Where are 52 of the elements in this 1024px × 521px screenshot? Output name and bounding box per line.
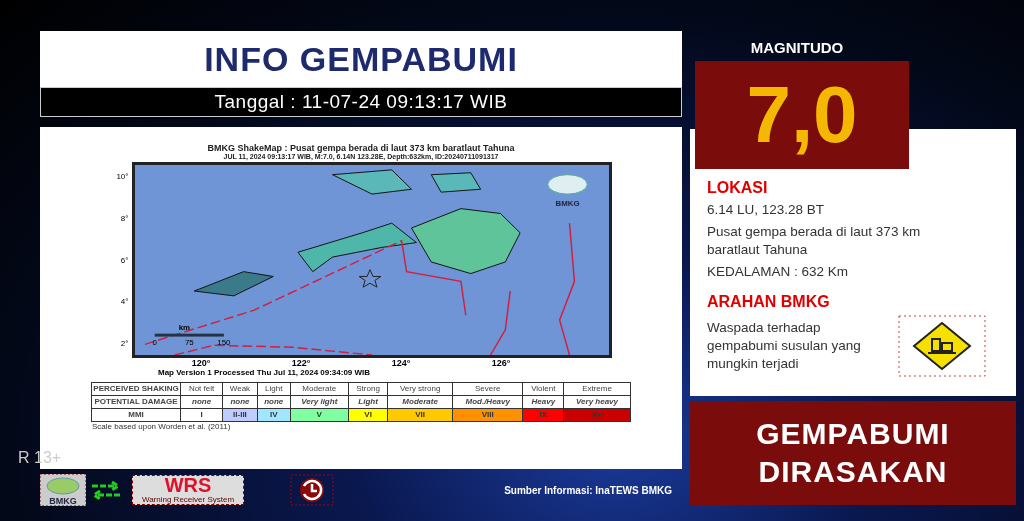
axis-label: 6°	[119, 255, 129, 265]
axis-label: 124°	[391, 358, 411, 368]
logo-text: BMKG	[49, 496, 77, 506]
magnitude-value: 7,0	[695, 61, 909, 169]
fault-line	[489, 290, 511, 356]
legend-cell: Not felt	[180, 382, 223, 396]
axis-label: 122°	[291, 358, 311, 368]
exchange-arrows-icon	[90, 479, 122, 501]
legend-cell: Severe	[452, 382, 523, 396]
legend-cell: Moderate	[290, 382, 349, 396]
magnitude-label: MAGNITUDO	[749, 39, 845, 57]
map-version: Map Version 1 Processed Thu Jul 11, 2024 09:34:09 WIB	[158, 368, 371, 377]
warning-sign-icon	[898, 315, 986, 377]
coordinates: 6.14 LU, 123.28 BT	[707, 201, 826, 219]
legend-cell: Weak	[222, 382, 258, 396]
row-label: PERCEIVED SHAKING	[91, 382, 181, 396]
row-label: MMI	[91, 408, 181, 422]
advice-heading: ARAHAN BMKG	[707, 293, 831, 311]
legend-cell: Light	[257, 382, 291, 396]
row-label: POTENTIAL DAMAGE	[91, 395, 181, 409]
legend-cell: Very heavy	[563, 395, 631, 409]
axis-label: 120°	[191, 358, 211, 368]
axis-label: 126°	[491, 358, 511, 368]
legend-cell: Very strong	[387, 382, 453, 396]
axis-label: 4°	[119, 297, 129, 307]
wrs-title: WRS	[164, 476, 212, 495]
legend-cell: none	[222, 395, 258, 409]
depth: KEDALAMAN : 632 Km	[707, 263, 850, 281]
legend-cell: Mod./Heavy	[452, 395, 523, 409]
history-icon[interactable]	[290, 474, 334, 506]
legend-cell: Violent	[523, 382, 564, 396]
legend-cell: none	[257, 395, 291, 409]
axis-label: 8°	[119, 213, 129, 223]
advice-text: Waspada terhadap gempabumi susulan yang mungkin terjadi	[707, 319, 862, 373]
legend-cell: Strong	[348, 382, 388, 396]
legend-cell: Moderate	[387, 395, 453, 409]
axis-label: 10°	[115, 172, 129, 181]
legend-cell: Extreme	[563, 382, 631, 396]
axis-label: 2°	[119, 339, 129, 348]
legend-note: Scale based upon Worden et al. (2011)	[92, 422, 231, 431]
legend-cell: Light	[348, 395, 388, 409]
location-description: Pusat gempa berada di laut 373 km baratlaut Tahuna	[707, 223, 922, 259]
legend-cell: Very light	[290, 395, 349, 409]
map-title: BMKG ShakeMap : Pusat gempa berada di laut 373 km baratlaut Tahuna	[207, 143, 515, 153]
source-text: Sumber Informasi: InaTEWS BMKG	[504, 484, 672, 496]
panel-title: INFO GEMPABUMI	[40, 31, 682, 87]
date-bar: Tanggal : 11-07-24 09:13:17 WIB	[40, 87, 682, 117]
legend-cell: Heavy	[523, 395, 564, 409]
wrs-subtitle: Warning Receiver System	[141, 495, 235, 504]
felt-banner: GEMPABUMI DIRASAKAN	[690, 401, 1016, 505]
legend-cell: none	[180, 395, 223, 409]
location-heading: LOKASI	[707, 179, 769, 197]
